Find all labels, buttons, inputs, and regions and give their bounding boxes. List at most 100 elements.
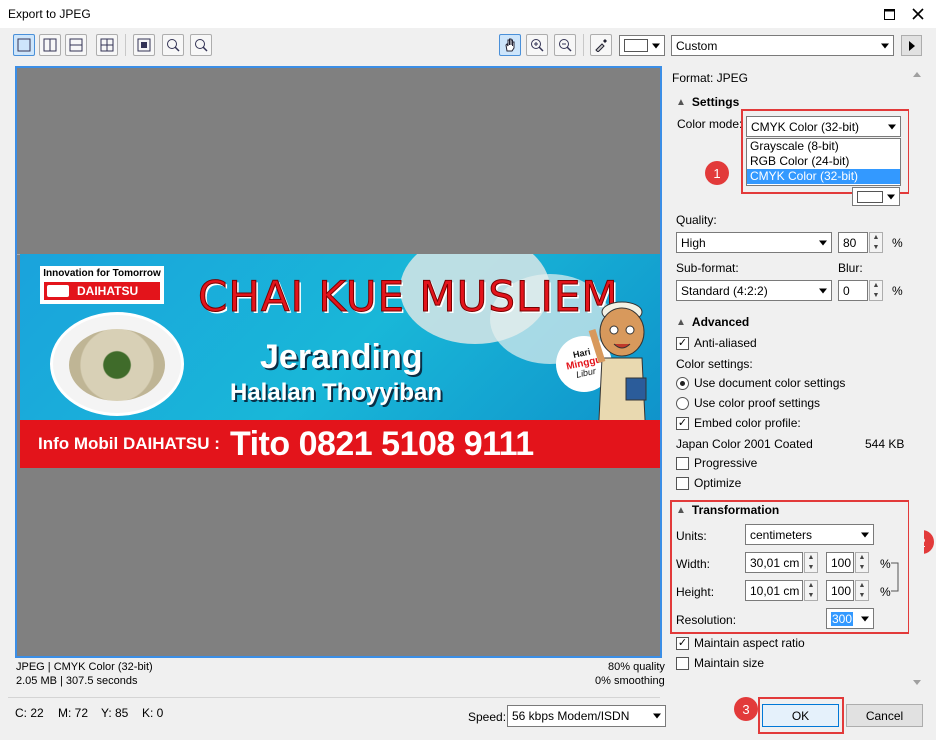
fit-page-icon — [137, 38, 151, 52]
spin-up-icon: ▲ — [872, 282, 880, 290]
color-mode-option[interactable]: RGB Color (24-bit) — [747, 154, 900, 169]
eyedropper-button[interactable] — [590, 34, 612, 56]
height-percent-input[interactable]: 100 — [826, 580, 854, 601]
height-input[interactable]: 10,01 cm — [745, 580, 803, 601]
height-spinner[interactable]: ▲ ▼ — [804, 580, 818, 601]
zoom-out-button[interactable] — [554, 34, 576, 56]
split-vertical-icon — [43, 38, 57, 52]
split-vertical-button[interactable] — [39, 34, 61, 56]
height-percent-spinner[interactable]: ▲ ▼ — [855, 580, 869, 601]
cmyk-m: M: 72 — [58, 706, 89, 720]
cmyk-c: C: 22 — [15, 706, 44, 720]
file-info: JPEG | CMYK Color (32-bit) — [16, 661, 153, 673]
chevron-down-icon — [888, 124, 896, 129]
chevron-down-icon — [652, 43, 660, 48]
hand-icon — [505, 38, 515, 52]
transformation-heading: Transformation — [691, 503, 780, 517]
color-mode-option-selected[interactable]: CMYK Color (32-bit) — [747, 169, 900, 184]
width-input[interactable]: 30,01 cm — [745, 552, 803, 573]
embed-profile-checkbox[interactable]: ✓ Embed color profile: — [676, 416, 801, 430]
maintain-aspect-label: Maintain aspect ratio — [694, 636, 805, 650]
advanced-heading: Advanced — [691, 315, 750, 329]
spin-down-icon: ▼ — [858, 563, 866, 571]
spin-up-icon: ▲ — [807, 554, 815, 562]
collapse-chevron-icon: ▲ — [676, 316, 686, 328]
blur-spinner[interactable]: ▲ ▼ — [869, 280, 883, 301]
split-horizontal-icon — [69, 38, 83, 52]
use-proof-radio[interactable]: Use color proof settings — [676, 396, 820, 410]
units-dropdown[interactable]: centimeters — [745, 524, 874, 545]
panel-scrollbar[interactable] — [909, 66, 924, 691]
blur-input[interactable]: 0 — [838, 280, 868, 301]
callout-badge: 3 — [734, 697, 758, 721]
width-spinner[interactable]: ▲ ▼ — [804, 552, 818, 573]
progressive-checkbox[interactable]: Progressive — [676, 456, 757, 470]
settings-section-header[interactable]: ▲ Settings — [676, 95, 739, 109]
anti-aliased-checkbox[interactable]: ✓ Anti-aliased — [676, 336, 757, 350]
quality-dropdown[interactable]: High — [676, 232, 832, 253]
close-window-button[interactable] — [905, 3, 931, 25]
link-bracket-icon[interactable] — [890, 562, 902, 592]
quality-spinner[interactable]: ▲ ▼ — [869, 232, 883, 253]
quad-view-button[interactable] — [96, 34, 118, 56]
chevron-down-icon — [881, 43, 889, 48]
maintain-aspect-checkbox[interactable]: ✓ Maintain aspect ratio — [676, 636, 805, 650]
transparent-color-picker[interactable] — [852, 187, 900, 206]
zoom-100-button[interactable] — [190, 34, 212, 56]
use-document-label: Use document color settings — [694, 376, 846, 390]
width-percent-spinner[interactable]: ▲ ▼ — [855, 552, 869, 573]
color-swatch — [624, 39, 648, 52]
quality-number-input[interactable]: 80 — [838, 232, 868, 253]
embed-profile-label: Embed color profile: — [694, 416, 801, 430]
use-document-radio[interactable]: Use document color settings — [676, 376, 845, 390]
speed-value: 56 kbps Modem/ISDN — [512, 709, 630, 723]
height-percent: 100 — [831, 583, 852, 598]
scroll-down-icon[interactable] — [913, 680, 921, 685]
preview-area[interactable]: Innovation for Tomorrow DAIHATSU CHAI KU… — [15, 66, 662, 658]
cancel-button[interactable]: Cancel — [846, 704, 923, 727]
width-percent-input[interactable]: 100 — [826, 552, 854, 573]
ok-button[interactable]: OK — [762, 704, 839, 727]
pan-tool-button[interactable] — [499, 34, 521, 56]
zoom-in-button[interactable] — [526, 34, 548, 56]
close-icon — [912, 8, 924, 20]
fit-page-button[interactable] — [133, 34, 155, 56]
resolution-dropdown[interactable]: 300 — [826, 608, 874, 629]
advanced-section-header[interactable]: ▲ Advanced — [676, 315, 749, 329]
brand-bar: DAIHATSU — [44, 282, 160, 300]
transformation-section-header[interactable]: ▲ Transformation — [676, 503, 779, 517]
split-horizontal-button[interactable] — [65, 34, 87, 56]
percent-sign: % — [892, 284, 903, 298]
single-view-button[interactable] — [13, 34, 35, 56]
preset-dropdown[interactable]: Custom — [671, 35, 894, 56]
zoom-actual-button[interactable] — [162, 34, 184, 56]
brand-logo-box: Innovation for Tomorrow DAIHATSU — [40, 266, 164, 304]
subformat-dropdown[interactable]: Standard (4:2:2) — [676, 280, 832, 301]
optimize-checkbox[interactable]: Optimize — [676, 476, 741, 490]
scroll-up-icon[interactable] — [913, 72, 921, 77]
width-label: Width: — [676, 557, 711, 571]
anti-aliased-label: Anti-aliased — [694, 336, 757, 350]
use-proof-label: Use color proof settings — [694, 396, 821, 410]
chevron-down-icon — [819, 288, 827, 293]
color-mode-value: CMYK Color (32-bit) — [751, 119, 860, 134]
preset-menu-button[interactable] — [901, 35, 922, 56]
spin-down-icon: ▼ — [858, 591, 866, 599]
checkmark-icon: ✓ — [676, 416, 689, 430]
title-bar: Export to JPEG — [0, 0, 936, 28]
zoom-out-icon — [559, 39, 572, 52]
speed-dropdown[interactable]: 56 kbps Modem/ISDN — [507, 705, 666, 727]
blur-label: Blur: — [838, 261, 863, 275]
color-mode-dropdown[interactable]: CMYK Color (32-bit) — [746, 116, 901, 137]
optimize-label: Optimize — [694, 476, 742, 490]
maximize-button[interactable] — [876, 3, 902, 25]
maintain-size-checkbox[interactable]: Maintain size — [676, 656, 764, 670]
quality-label: Quality: — [676, 213, 717, 227]
color-settings-label: Color settings: — [676, 357, 753, 371]
speed-label: Speed: — [468, 710, 507, 724]
background-color-picker[interactable] — [619, 35, 665, 56]
profile-size: 544 KB — [865, 437, 905, 451]
color-mode-option[interactable]: Grayscale (8-bit) — [747, 139, 900, 154]
dumpling-plate — [69, 329, 165, 401]
chevron-down-icon — [861, 532, 869, 537]
